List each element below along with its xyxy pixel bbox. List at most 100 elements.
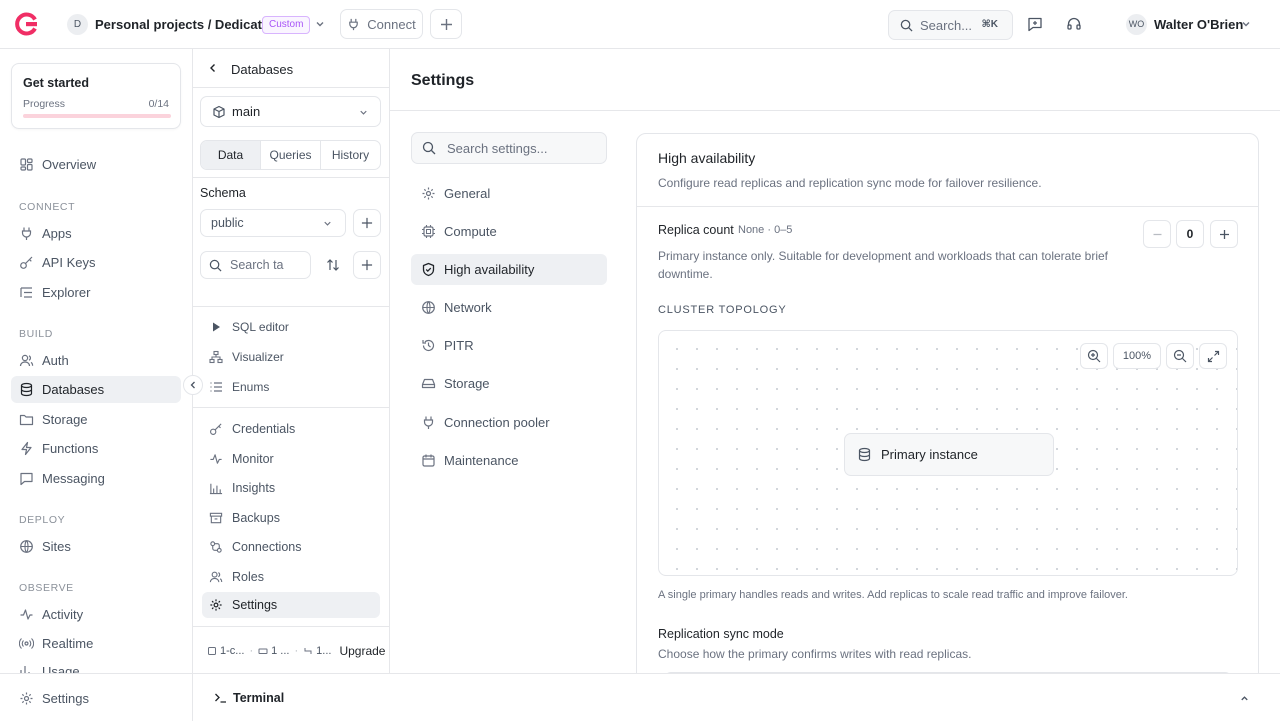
database-name: main	[232, 104, 261, 119]
panel-item-insights[interactable]: Insights	[202, 475, 380, 501]
settings-nav-maintenance[interactable]: Maintenance	[411, 445, 607, 476]
tab-history[interactable]: History	[321, 141, 380, 169]
back-chevron-icon[interactable]	[208, 63, 218, 73]
play-icon	[209, 320, 223, 334]
progress-label: Progress	[23, 98, 66, 110]
table-search-placeholder: Search ta	[230, 258, 284, 272]
settings-nav-compute[interactable]: Compute	[411, 216, 607, 247]
connect-button[interactable]: Connect	[340, 9, 423, 39]
tool-visualizer[interactable]: Visualizer	[202, 344, 380, 370]
database-select[interactable]: main	[200, 96, 381, 127]
settings-search-placeholder: Search settings...	[447, 140, 548, 156]
chevron-up-icon[interactable]	[1239, 693, 1250, 704]
divider	[193, 306, 389, 307]
decrement-button[interactable]	[1143, 220, 1171, 248]
sidebar-item-activity[interactable]: Activity	[11, 601, 181, 628]
sync-mode-description: Choose how the primary confirms writes w…	[658, 647, 972, 661]
replica-count-meta: None · 0–5	[738, 224, 793, 236]
sidebar-item-sites[interactable]: Sites	[11, 533, 181, 560]
table-search-input[interactable]: Search ta	[200, 251, 311, 279]
panel-item-backups[interactable]: Backups	[202, 505, 380, 531]
panel-item-connections[interactable]: Connections	[202, 534, 380, 560]
add-table-button[interactable]	[353, 251, 381, 279]
sidebar-item-label: Explorer	[42, 285, 91, 300]
user-name[interactable]: Walter O'Brien	[1154, 17, 1243, 32]
sidebar-item-databases[interactable]: Databases	[11, 376, 181, 403]
settings-nav-high-availability[interactable]: High availability	[411, 254, 607, 285]
sidebar-item-overview[interactable]: Overview	[11, 151, 181, 178]
panel-item-monitor[interactable]: Monitor	[202, 446, 380, 472]
gear-icon	[19, 691, 34, 706]
add-schema-button[interactable]	[353, 209, 381, 237]
sidebar-item-usage[interactable]: Usage	[11, 660, 181, 673]
settings-nav-pitr[interactable]: PITR	[411, 330, 607, 361]
sidebar-item-api-keys[interactable]: API Keys	[11, 249, 181, 276]
cluster-topology-canvas[interactable]: 100% Primary instance	[658, 330, 1238, 576]
sidebar-item-label: Databases	[42, 382, 105, 397]
sidebar-item-label: Storage	[42, 412, 88, 427]
replica-count-label: Replica count	[658, 223, 734, 237]
settings-search-input[interactable]: Search settings...	[411, 132, 607, 164]
upgrade-link[interactable]: Upgrade	[339, 644, 385, 658]
key-icon	[209, 422, 223, 436]
settings-nav-storage[interactable]: Storage	[411, 368, 607, 399]
sidebar-item-realtime[interactable]: Realtime	[11, 630, 181, 657]
tool-enums[interactable]: Enums	[202, 374, 380, 400]
hard-drive-icon	[421, 376, 436, 391]
chevron-down-icon[interactable]	[1240, 18, 1252, 30]
lightning-icon	[19, 441, 34, 456]
primary-instance-node[interactable]: Primary instance	[844, 433, 1054, 476]
support-headset-icon[interactable]	[1066, 16, 1082, 32]
bar-chart-icon	[209, 481, 223, 495]
list-icon	[209, 380, 223, 394]
sort-icon[interactable]	[326, 258, 340, 272]
global-search[interactable]: Search... ⌘K	[888, 10, 1013, 40]
sidebar-item-explorer[interactable]: Explorer	[11, 279, 181, 306]
zoom-in-icon	[1087, 349, 1101, 363]
panel-item-label: Connections	[232, 540, 302, 554]
topology-label: CLUSTER TOPOLOGY	[658, 304, 787, 316]
panel-item-roles[interactable]: Roles	[202, 564, 380, 590]
collapse-sidebar-button[interactable]	[183, 375, 203, 395]
gear-icon	[209, 598, 223, 612]
card-description: Configure read replicas and replication …	[658, 176, 1042, 190]
appwrite-logo-icon[interactable]	[14, 12, 38, 36]
settings-nav-network[interactable]: Network	[411, 292, 607, 323]
chevron-down-icon	[322, 218, 333, 229]
tab-queries[interactable]: Queries	[261, 141, 321, 169]
sidebar-item-auth[interactable]: Auth	[11, 347, 181, 374]
replica-count-value[interactable]: 0	[1176, 220, 1204, 248]
panel-item-credentials[interactable]: Credentials	[202, 416, 380, 442]
fullscreen-button[interactable]	[1199, 343, 1227, 369]
tool-sql-editor[interactable]: SQL editor	[202, 314, 380, 340]
high-availability-card: High availability Configure read replica…	[636, 133, 1259, 693]
increment-button[interactable]	[1210, 220, 1238, 248]
sidebar-item-label: Messaging	[42, 471, 105, 486]
zoom-out-button[interactable]	[1166, 343, 1194, 369]
sidebar-item-settings[interactable]: Settings	[11, 685, 181, 712]
project-breadcrumb[interactable]: Personal projects / Dedicated	[95, 17, 277, 32]
left-sidebar: Get started Progress 0/14 Overview CONNE…	[0, 49, 193, 673]
feedback-icon[interactable]	[1027, 16, 1043, 32]
panel-item-label: Credentials	[232, 422, 296, 436]
get-started-card[interactable]: Get started Progress 0/14	[11, 63, 181, 129]
settings-nav-general[interactable]: General	[411, 178, 607, 209]
replica-description: Primary instance only. Suitable for deve…	[658, 249, 1109, 281]
user-avatar[interactable]: WO	[1126, 14, 1147, 35]
sidebar-item-messaging[interactable]: Messaging	[11, 465, 181, 492]
schema-select[interactable]: public	[200, 209, 346, 237]
project-avatar[interactable]: D	[67, 14, 88, 35]
sidebar-item-functions[interactable]: Functions	[11, 435, 181, 462]
sidebar-item-storage[interactable]: Storage	[11, 406, 181, 433]
panel-item-settings[interactable]: Settings	[202, 592, 380, 618]
zoom-in-button[interactable]	[1080, 343, 1108, 369]
plus-icon	[440, 18, 453, 31]
sidebar-item-apps[interactable]: Apps	[11, 220, 181, 247]
divider	[637, 206, 1258, 207]
terminal-bar[interactable]: Terminal	[193, 673, 1280, 721]
tab-data[interactable]: Data	[201, 141, 261, 169]
chevron-down-icon[interactable]	[314, 18, 326, 30]
add-button[interactable]	[430, 9, 462, 39]
settings-nav-connection-pooler[interactable]: Connection pooler	[411, 407, 607, 438]
message-icon	[19, 471, 34, 486]
